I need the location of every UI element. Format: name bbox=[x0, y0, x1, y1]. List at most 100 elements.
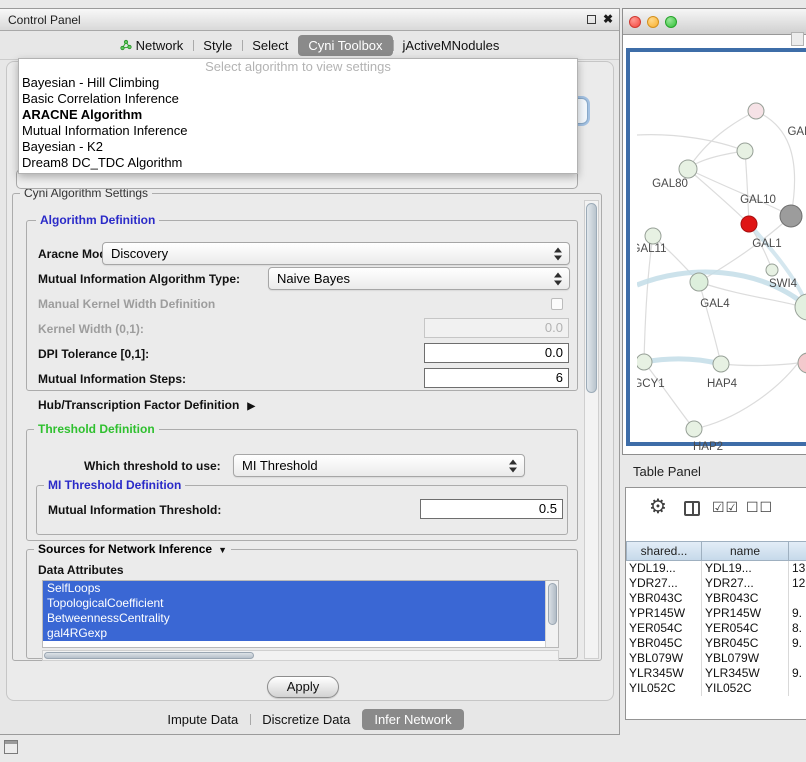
table-cell bbox=[789, 681, 806, 696]
table-cell: YDL19... bbox=[702, 561, 789, 576]
table-body: YDL19...YDL19...13YDR27...YDR27...12YBR0… bbox=[626, 561, 806, 696]
network-node[interactable] bbox=[766, 264, 778, 276]
network-node[interactable] bbox=[780, 205, 802, 227]
network-window-titlebar[interactable] bbox=[623, 9, 806, 35]
table-row[interactable]: YDL19...YDL19...13 bbox=[626, 561, 806, 576]
algorithm-option[interactable]: ARACNE Algorithm bbox=[19, 107, 577, 123]
tab-network[interactable]: Network bbox=[110, 35, 194, 56]
table-row[interactable]: YLR345WYLR345W9. bbox=[626, 666, 806, 681]
which-threshold-select[interactable]: MI Threshold bbox=[233, 454, 525, 477]
tab-label: Select bbox=[252, 38, 288, 53]
algorithm-option[interactable]: Dream8 DC_TDC Algorithm bbox=[19, 155, 577, 171]
scrollbar-thumb[interactable] bbox=[586, 203, 597, 393]
control-panel-window: Control Panel ✖ Network Style Select Cyn… bbox=[0, 8, 620, 735]
network-node[interactable] bbox=[741, 216, 757, 232]
network-node[interactable] bbox=[737, 143, 753, 159]
settings-scrollbar[interactable] bbox=[584, 200, 599, 659]
algorithm-option[interactable]: Bayesian - K2 bbox=[19, 139, 577, 155]
network-node[interactable] bbox=[748, 103, 764, 119]
clear-selection-icon[interactable]: ☐☐ bbox=[746, 499, 773, 516]
network-node[interactable] bbox=[679, 160, 697, 178]
attribute-list-item[interactable]: TopologicalCoefficient bbox=[43, 596, 545, 611]
attributes-scrollbar[interactable] bbox=[545, 581, 558, 647]
sources-section-title: Sources for Network Inference bbox=[38, 542, 212, 556]
mi-algorithm-type-select[interactable]: Naive Bayes bbox=[268, 267, 570, 290]
attribute-list-item[interactable]: BetweennessCentrality bbox=[43, 611, 545, 626]
table-row[interactable]: YBR043CYBR043C bbox=[626, 591, 806, 606]
table-panel-window: ⚙ ☑☑ ☐☐ shared... name YDL19...YDL19...1… bbox=[625, 487, 806, 720]
network-view-window: GALGAL80GAL10GAL11GAL1SWI4GAL4GCY1HAP4HA… bbox=[622, 8, 806, 455]
table-row[interactable]: YER054CYER054C8. bbox=[626, 621, 806, 636]
control-panel-title: Control Panel bbox=[8, 13, 81, 27]
column-header[interactable]: name bbox=[702, 541, 789, 561]
tab-cyni-toolbox[interactable]: Cyni Toolbox bbox=[298, 35, 392, 56]
network-node[interactable] bbox=[798, 353, 806, 373]
table-row[interactable]: YDR27...YDR27...12 bbox=[626, 576, 806, 591]
data-attributes-list[interactable]: SelfLoopsTopologicalCoefficientBetweenne… bbox=[42, 580, 559, 648]
attributes-horizontal-scrollbar[interactable] bbox=[42, 650, 559, 661]
tab-style[interactable]: Style bbox=[193, 35, 242, 56]
table-row[interactable]: YBL079WYBL079W bbox=[626, 651, 806, 666]
tab-infer-network[interactable]: Infer Network bbox=[362, 709, 463, 730]
table-cell: YBR045C bbox=[626, 636, 702, 651]
mi-steps-field[interactable]: 6 bbox=[424, 368, 569, 388]
algorithm-option[interactable]: Mutual Information Inference bbox=[19, 123, 577, 139]
node-label: GAL bbox=[787, 126, 806, 138]
table-cell: YIL052C bbox=[626, 681, 702, 696]
gear-icon[interactable]: ⚙ bbox=[649, 494, 667, 519]
node-label: GAL80 bbox=[652, 178, 688, 190]
bottom-tab-bar: Impute Data Discretize Data Infer Networ… bbox=[0, 709, 619, 730]
control-panel-titlebar[interactable]: Control Panel ✖ bbox=[0, 9, 619, 31]
network-node[interactable] bbox=[713, 356, 729, 372]
table-cell bbox=[789, 591, 806, 606]
network-edge bbox=[694, 363, 798, 429]
tab-discretize-data[interactable]: Discretize Data bbox=[250, 709, 362, 730]
network-node[interactable] bbox=[690, 273, 708, 291]
mi-algorithm-type-label: Mutual Information Algorithm Type: bbox=[38, 272, 240, 286]
network-edge bbox=[637, 135, 745, 151]
manual-kernel-width-checkbox[interactable] bbox=[551, 298, 563, 310]
scrollbar-thumb[interactable] bbox=[44, 652, 254, 659]
close-window-icon[interactable]: ✖ bbox=[603, 12, 613, 26]
attribute-list-item[interactable]: gal4RGexp bbox=[43, 626, 545, 641]
float-window-icon[interactable] bbox=[587, 15, 596, 24]
minimize-traffic-light-icon[interactable] bbox=[647, 16, 659, 28]
column-header[interactable] bbox=[789, 541, 806, 561]
network-scrollbar-button[interactable] bbox=[791, 32, 804, 46]
aracne-mode-select[interactable]: Discovery bbox=[102, 242, 570, 265]
zoom-traffic-light-icon[interactable] bbox=[665, 16, 677, 28]
sources-section-toggle[interactable]: Sources for Network Inference▼ bbox=[34, 542, 231, 556]
column-header[interactable]: shared... bbox=[626, 541, 702, 561]
select-all-icon[interactable]: ☑☑ bbox=[712, 499, 739, 516]
network-edge bbox=[699, 282, 721, 364]
tab-impute-data[interactable]: Impute Data bbox=[155, 709, 250, 730]
tab-jactivemnodules[interactable]: jActiveMNodules bbox=[393, 35, 510, 56]
scrollbar-thumb[interactable] bbox=[548, 583, 557, 625]
network-node[interactable] bbox=[637, 354, 652, 370]
mi-algorithm-type-value: Naive Bayes bbox=[277, 271, 350, 286]
show-columns-icon[interactable] bbox=[684, 501, 700, 516]
close-traffic-light-icon[interactable] bbox=[629, 16, 641, 28]
kernel-width-field[interactable]: 0.0 bbox=[424, 318, 569, 338]
dpi-tolerance-field[interactable]: 0.0 bbox=[424, 343, 569, 363]
network-node[interactable] bbox=[645, 228, 661, 244]
node-label: GAL10 bbox=[740, 194, 776, 206]
attribute-list-item[interactable]: SelfLoops bbox=[43, 581, 545, 596]
restore-panel-icon[interactable] bbox=[4, 740, 18, 754]
table-row[interactable]: YBR045CYBR045C9. bbox=[626, 636, 806, 651]
algorithm-option[interactable]: Basic Correlation Inference bbox=[19, 91, 577, 107]
apply-button[interactable]: Apply bbox=[267, 676, 339, 698]
hub-section-toggle[interactable]: Hub/Transcription Factor Definition▶ bbox=[38, 398, 255, 412]
manual-kernel-width-label: Manual Kernel Width Definition bbox=[38, 297, 215, 311]
data-attributes-label: Data Attributes bbox=[38, 563, 124, 577]
table-row[interactable]: YPR145WYPR145W9. bbox=[626, 606, 806, 621]
which-threshold-label: Which threshold to use: bbox=[84, 459, 221, 473]
tab-label: Cyni Toolbox bbox=[308, 38, 382, 53]
mi-threshold-field[interactable]: 0.5 bbox=[420, 499, 563, 519]
tab-select[interactable]: Select bbox=[242, 35, 298, 56]
table-row[interactable]: YIL052CYIL052C bbox=[626, 681, 806, 696]
node-label: GAL1 bbox=[752, 238, 781, 250]
algorithm-option[interactable]: Bayesian - Hill Climbing bbox=[19, 75, 577, 91]
network-canvas[interactable]: GALGAL80GAL10GAL11GAL1SWI4GAL4GCY1HAP4HA… bbox=[637, 95, 806, 455]
network-node[interactable] bbox=[686, 421, 702, 437]
